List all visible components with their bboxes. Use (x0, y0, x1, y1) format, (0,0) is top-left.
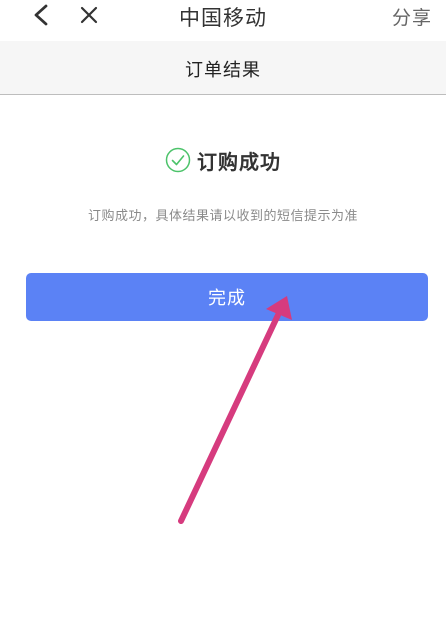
done-button[interactable]: 完成 (26, 273, 428, 321)
top-nav-bar: 中国移动 分享 (0, 0, 446, 40)
result-title: 订购成功 (197, 149, 281, 174)
result-status: 订购成功 (0, 143, 446, 177)
page-header: 订单结果 (0, 41, 446, 95)
page-title: 订单结果 (185, 60, 261, 81)
check-circle-icon (165, 147, 191, 173)
order-result-page: 中国移动 分享 订单结果 订购成功 订购成功，具体结果请以收到的短信提示为准 完… (0, 0, 446, 627)
share-button[interactable]: 分享 (392, 3, 432, 30)
app-title: 中国移动 (179, 6, 267, 30)
result-description: 订购成功，具体结果请以收到的短信提示为准 (87, 209, 358, 224)
